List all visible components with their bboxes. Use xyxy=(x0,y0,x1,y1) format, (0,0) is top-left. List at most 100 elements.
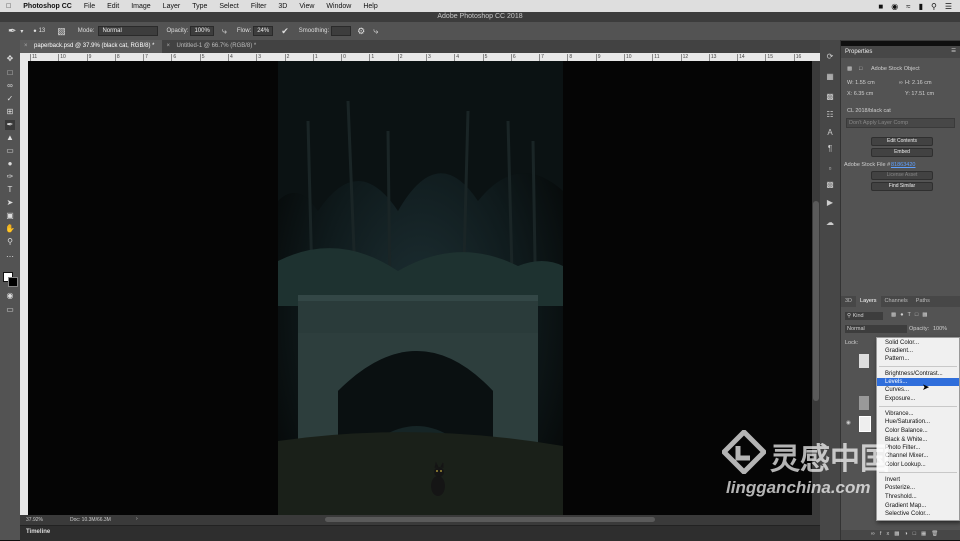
tab-layers[interactable]: Layers xyxy=(856,296,881,307)
opacity-field[interactable]: 100% xyxy=(190,26,214,36)
chevron-down-icon[interactable]: ▾ xyxy=(20,28,23,35)
path-select-tool-icon[interactable]: ➤ xyxy=(5,198,15,208)
swatches-icon[interactable]: ▦ xyxy=(825,72,835,82)
character-icon[interactable]: A xyxy=(825,128,835,138)
menu-file[interactable]: File xyxy=(78,3,101,10)
cloud-icon[interactable]: ☁ xyxy=(825,218,835,228)
find-similar-button[interactable]: Find Similar xyxy=(871,182,933,191)
menu-3d[interactable]: 3D xyxy=(272,3,293,10)
hand-tool-icon[interactable]: ✋ xyxy=(5,224,15,234)
blend-mode-select[interactable]: Normal xyxy=(845,325,907,333)
layer-opacity-value[interactable]: 100% xyxy=(933,326,947,332)
smoothing-field[interactable] xyxy=(331,26,352,36)
menu-edit[interactable]: Edit xyxy=(101,3,125,10)
menu-filter[interactable]: Filter xyxy=(245,3,273,10)
height-value[interactable]: H: 2.16 cm xyxy=(905,80,932,86)
apple-icon[interactable]:  xyxy=(0,3,17,10)
menu-curves[interactable]: Curves... xyxy=(885,386,909,394)
screen-mode-icon[interactable]: ▭ xyxy=(5,305,15,315)
quick-select-tool-icon[interactable]: ✓ xyxy=(5,94,15,104)
embed-button[interactable]: Embed xyxy=(871,148,933,157)
app-menu[interactable]: Photoshop CC xyxy=(17,3,78,10)
menu-list-icon[interactable]: ☰ xyxy=(945,2,952,11)
zoom-level[interactable]: 37.92% xyxy=(26,517,43,523)
panel-menu-icon[interactable]: ☰ xyxy=(951,48,956,54)
menu-help[interactable]: Help xyxy=(357,3,383,10)
search-icon[interactable]: ⚲ xyxy=(931,2,937,11)
tab-untitled[interactable]: × Untitled-1 @ 66.7% (RGB/8) * xyxy=(162,40,265,53)
notes-icon[interactable]: ▫ xyxy=(825,164,835,174)
layer-thumbnail[interactable] xyxy=(859,396,869,410)
clone-stamp-tool-icon[interactable]: ▲ xyxy=(5,133,15,143)
menu-type[interactable]: Type xyxy=(186,3,213,10)
brush-preset-icon[interactable]: • xyxy=(33,26,36,36)
y-value[interactable]: Y: 17.51 cm xyxy=(905,91,934,97)
menu-exposure[interactable]: Exposure... xyxy=(885,395,915,403)
menu-layer[interactable]: Layer xyxy=(157,3,187,10)
tab-paths[interactable]: Paths xyxy=(912,296,934,307)
brush-panel-icon[interactable]: ▧ xyxy=(57,26,66,37)
menu-levels[interactable]: Levels... xyxy=(877,378,959,386)
layer-action-icons[interactable]: ∞fx▩◑□▦🗑 xyxy=(871,531,943,537)
close-icon[interactable]: × xyxy=(166,40,170,53)
quick-mask-icon[interactable]: ◉ xyxy=(5,291,15,301)
pressure-opacity-icon[interactable]: ⤷ xyxy=(222,26,227,37)
paragraph-icon[interactable]: ¶ xyxy=(825,144,835,154)
move-tool-icon[interactable]: ✥ xyxy=(5,54,15,64)
tab-paperback[interactable]: × paperback.psd @ 37.9% (black cat, RGB/… xyxy=(20,40,163,53)
timeline-tab[interactable]: Timeline xyxy=(26,529,50,535)
zoom-tool-icon[interactable]: ⚲ xyxy=(5,237,15,247)
edit-contents-button[interactable]: Edit Contents xyxy=(871,137,933,146)
mode-select[interactable]: Normal xyxy=(98,26,159,36)
airbrush-icon[interactable]: ✔ xyxy=(281,26,289,37)
wifi-icon[interactable]: ≈ xyxy=(906,2,910,11)
background-color-swatch[interactable] xyxy=(8,277,18,287)
horizontal-scrollbar[interactable] xyxy=(325,517,655,522)
info-icon[interactable]: ▩ xyxy=(825,180,835,190)
pen-tool-icon[interactable]: ✑ xyxy=(5,172,15,182)
pressure-size-icon[interactable]: ⤷ xyxy=(373,26,378,37)
battery-icon[interactable]: ▮ xyxy=(919,2,923,11)
flow-field[interactable]: 24% xyxy=(253,26,274,36)
rectangle-tool-icon[interactable]: ▣ xyxy=(5,211,15,221)
actions-icon[interactable]: ▶ xyxy=(825,198,835,208)
dodge-tool-icon[interactable]: ● xyxy=(5,159,15,169)
menu-view[interactable]: View xyxy=(293,3,320,10)
layer-thumbnail[interactable] xyxy=(859,354,869,368)
adjustments-icon[interactable]: ☷ xyxy=(825,110,835,120)
eye-icon[interactable]: ◉ xyxy=(846,420,851,426)
chevron-right-icon[interactable]: › xyxy=(136,516,138,522)
menu-image[interactable]: Image xyxy=(125,3,156,10)
x-value[interactable]: X: 6.35 cm xyxy=(847,91,873,97)
type-tool-icon[interactable]: T xyxy=(5,185,15,195)
license-asset-button[interactable]: License Asset xyxy=(871,171,933,180)
stock-id-link[interactable]: 81863420 xyxy=(891,162,915,168)
menu-gradient[interactable]: Gradient... xyxy=(885,347,913,355)
scroll-thumb[interactable] xyxy=(813,201,819,401)
more-tools-icon[interactable]: ⋯ xyxy=(5,252,15,262)
menu-pattern[interactable]: Pattern... xyxy=(885,355,909,363)
brush-tool-icon[interactable]: ✒ xyxy=(8,26,16,37)
history-icon[interactable]: ⟳ xyxy=(825,52,835,62)
crop-tool-icon[interactable]: ⊞ xyxy=(5,107,15,117)
status-icon[interactable]: ■ xyxy=(878,2,883,11)
lasso-tool-icon[interactable]: ∞ xyxy=(5,81,15,91)
layer-comp-select[interactable]: Don't Apply Layer Comp xyxy=(846,118,955,128)
width-value[interactable]: W: 1.55 cm xyxy=(847,80,875,86)
menu-window[interactable]: Window xyxy=(320,3,357,10)
tab-3d[interactable]: 3D xyxy=(841,296,856,307)
cc-icon[interactable]: ◉ xyxy=(891,2,898,11)
menu-brightness-contrast[interactable]: Brightness/Contrast... xyxy=(885,370,943,378)
eraser-tool-icon[interactable]: ▭ xyxy=(5,146,15,156)
tab-channels[interactable]: Channels xyxy=(881,296,912,307)
libraries-icon[interactable]: ▩ xyxy=(825,92,835,102)
close-icon[interactable]: × xyxy=(24,40,28,53)
filter-kind-select[interactable]: ⚲ Kind xyxy=(845,312,883,320)
brush-tool-icon[interactable]: ✒ xyxy=(5,120,15,130)
marquee-tool-icon[interactable]: □ xyxy=(5,68,15,78)
layer-filter-icons[interactable]: ▩●T□▩ xyxy=(891,312,931,318)
menu-vibrance[interactable]: Vibrance... xyxy=(885,410,914,418)
link-icon[interactable]: ∞ xyxy=(899,80,903,86)
menu-hue-saturation[interactable]: Hue/Saturation... xyxy=(885,418,930,426)
gear-icon[interactable]: ⚙ xyxy=(357,26,365,37)
